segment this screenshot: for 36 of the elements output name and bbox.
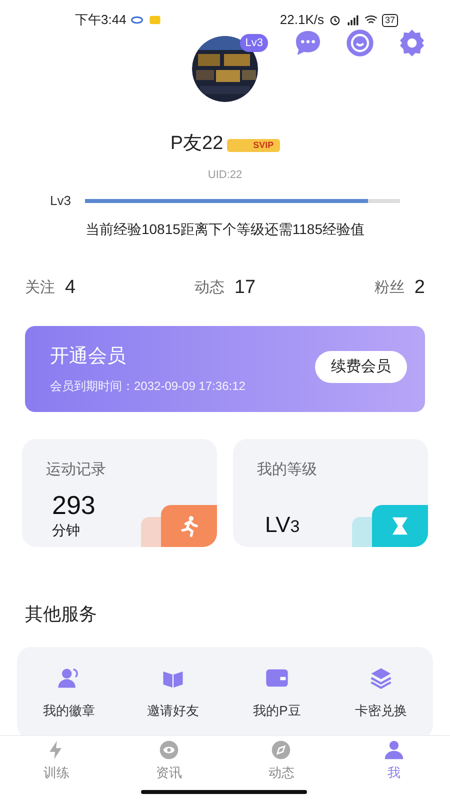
stat-card[interactable]: 我的等级 LV3 <box>233 439 428 547</box>
vip-title: 开通会员 <box>50 344 127 369</box>
minutes-unit: 分钟 <box>52 520 80 540</box>
nav-tab[interactable]: 资讯 <box>112 736 225 785</box>
service-item[interactable]: 卡密兑换 <box>329 665 433 721</box>
vip-expiry: 会员到期时间：2032-09-09 17:36:12 <box>50 378 246 396</box>
renew-button[interactable]: 续费会员 <box>315 351 407 383</box>
level-label: Lv3 <box>50 192 71 210</box>
stat-card[interactable]: 运动记录 293 分钟 <box>22 439 217 547</box>
person-icon <box>382 738 405 761</box>
level-badge: Lv3 <box>240 34 268 52</box>
exercise-minutes: 293 <box>52 490 96 520</box>
battery-level: 37 <box>382 14 398 26</box>
experience-text: 当前经验10815距离下个等级还需1185经验值 <box>84 220 366 238</box>
service-item[interactable]: 我的P豆 <box>225 665 329 721</box>
card-title: 我的等级 <box>257 460 318 480</box>
eye-icon <box>158 738 180 761</box>
nav-tab[interactable]: 动态 <box>225 736 338 785</box>
service-item[interactable]: 我的徽章 <box>17 665 121 721</box>
compass-icon <box>270 738 292 761</box>
stat-item[interactable]: 关注 4 <box>25 274 76 302</box>
alarm-icon <box>328 13 342 27</box>
nav-tab[interactable]: 训练 <box>0 736 112 785</box>
stat-item[interactable]: 动态 17 <box>194 274 256 302</box>
smile-chat-icon[interactable] <box>344 27 376 59</box>
status-time: 下午3:44 <box>75 11 126 30</box>
service-item[interactable]: 邀请好友 <box>121 665 225 721</box>
network-speed: 22.1K/s <box>280 11 324 30</box>
stat-item[interactable]: 粉丝 2 <box>374 274 425 302</box>
card-title: 运动记录 <box>46 460 107 480</box>
signal-icon <box>346 13 360 27</box>
user-name: P友22 <box>170 132 224 156</box>
section-title: 其他服务 <box>25 603 98 626</box>
level-value: LV3 <box>265 510 300 538</box>
user-id: UID:22 <box>206 168 244 182</box>
vip-badge: SVIP <box>227 139 280 152</box>
